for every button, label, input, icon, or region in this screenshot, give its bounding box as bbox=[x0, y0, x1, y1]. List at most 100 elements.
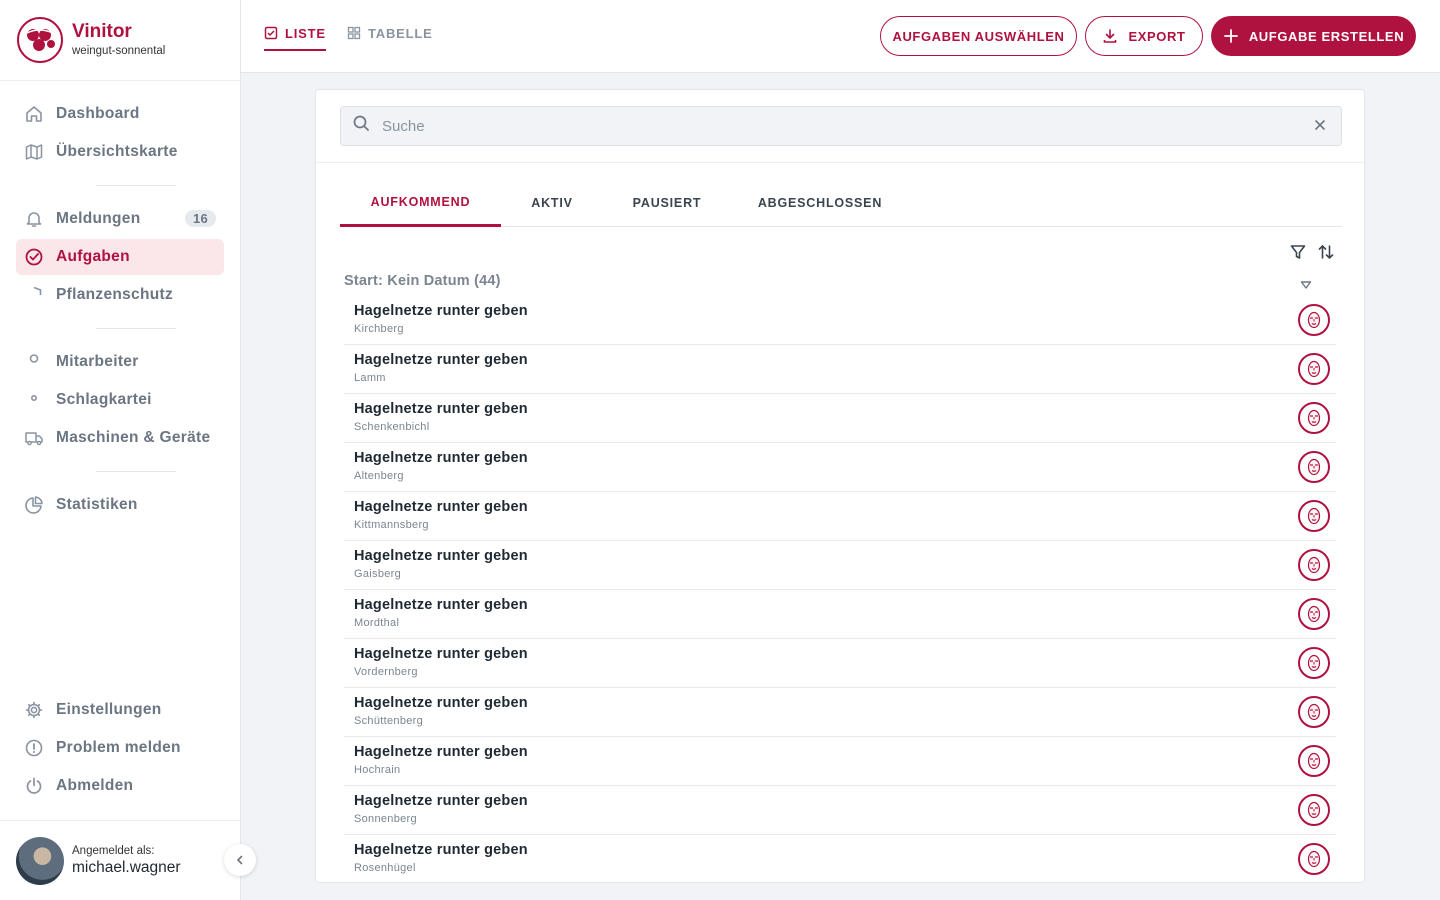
power-icon bbox=[24, 776, 44, 796]
task-title: Hagelnetze runter geben bbox=[354, 450, 528, 466]
search-input[interactable] bbox=[382, 117, 1282, 135]
task-location: Schenkenbichl bbox=[354, 421, 430, 433]
task-card: AUFKOMMEND AKTIV PAUSIERT ABGESCHLOSSEN … bbox=[315, 89, 1365, 883]
divider bbox=[316, 162, 1364, 163]
brand-subtitle: weingut-sonnental bbox=[72, 45, 166, 57]
pie-chart-icon bbox=[24, 495, 44, 515]
task-row[interactable]: Hagelnetze runter geben Vordernberg bbox=[344, 639, 1336, 688]
task-location: Hochrain bbox=[354, 764, 401, 776]
sidebar-nav: Dashboard Übersichtskarte Meldungen 16 Aufga… bbox=[0, 81, 240, 523]
assignee-avatar-icon[interactable] bbox=[1298, 353, 1330, 385]
map-pin-icon bbox=[24, 390, 44, 410]
sidebar-item-statistiken[interactable]: Statistiken bbox=[16, 487, 224, 523]
task-row[interactable]: Hagelnetze runter geben Kittmannsberg bbox=[344, 492, 1336, 541]
task-row[interactable]: Hagelnetze runter geben Rosenhügel bbox=[344, 835, 1336, 882]
task-title: Hagelnetze runter geben bbox=[354, 597, 528, 613]
task-title: Hagelnetze runter geben bbox=[354, 744, 528, 760]
task-title: Hagelnetze runter geben bbox=[354, 303, 528, 319]
create-task-button[interactable]: AUFGABE ERSTELLEN bbox=[1211, 16, 1416, 56]
task-location: Vordernberg bbox=[354, 666, 418, 678]
task-list: Hagelnetze runter geben Kirchberg Hagelnet… bbox=[344, 296, 1336, 882]
brand[interactable]: Vinitor weingut-sonnental bbox=[0, 0, 240, 81]
task-location: Lamm bbox=[354, 372, 386, 384]
group-title: Start: Kein Datum (44) bbox=[344, 273, 501, 289]
filter-icon[interactable] bbox=[1289, 243, 1307, 266]
tab-tabelle[interactable]: TABELLE bbox=[347, 26, 433, 51]
task-row[interactable]: Hagelnetze runter geben Kirchberg bbox=[344, 296, 1336, 345]
task-row[interactable]: Hagelnetze runter geben Sonnenberg bbox=[344, 786, 1336, 835]
sidebar-item-meldungen[interactable]: Meldungen 16 bbox=[16, 201, 224, 237]
assignee-avatar-icon[interactable] bbox=[1298, 598, 1330, 630]
task-row[interactable]: Hagelnetze runter geben Gaisberg bbox=[344, 541, 1336, 590]
clear-search-icon[interactable] bbox=[1313, 118, 1327, 137]
download-icon bbox=[1102, 28, 1118, 44]
sidebar-item-label: Schlagkartei bbox=[56, 391, 152, 408]
assignee-avatar-icon[interactable] bbox=[1298, 843, 1330, 875]
task-location: Altenberg bbox=[354, 470, 404, 482]
tab-liste[interactable]: LISTE bbox=[264, 26, 326, 51]
task-row[interactable]: Hagelnetze runter geben Mordthal bbox=[344, 590, 1336, 639]
collapse-sidebar-button[interactable] bbox=[224, 844, 256, 876]
export-label: EXPORT bbox=[1128, 28, 1186, 44]
task-row[interactable]: Hagelnetze runter geben Lamm bbox=[344, 345, 1336, 394]
plus-icon bbox=[1223, 28, 1239, 44]
sidebar-item-problem-melden[interactable]: Problem melden bbox=[16, 730, 224, 766]
sidebar-item-abmelden[interactable]: Abmelden bbox=[16, 768, 224, 804]
assignee-avatar-icon[interactable] bbox=[1298, 696, 1330, 728]
assignee-avatar-icon[interactable] bbox=[1298, 304, 1330, 336]
sidebar-item-maschinen-and-geraete[interactable]: Maschinen & Geräte bbox=[16, 420, 224, 456]
sidebar-item-mitarbeiter[interactable]: Mitarbeiter bbox=[16, 344, 224, 380]
map-icon bbox=[24, 142, 44, 162]
tab-abgeschlossen[interactable]: ABGESCHLOSSEN bbox=[731, 180, 909, 227]
select-tasks-button[interactable]: AUFGABEN AUSWÄHLEN bbox=[880, 16, 1077, 56]
tab-aktiv[interactable]: AKTIV bbox=[501, 180, 603, 227]
sidebar-item-label: Mitarbeiter bbox=[56, 353, 139, 370]
sidebar-item-label: Problem melden bbox=[56, 739, 181, 756]
grape-logo-icon bbox=[17, 17, 63, 63]
tab-aufkommend[interactable]: AUFKOMMEND bbox=[340, 180, 501, 227]
task-title: Hagelnetze runter geben bbox=[354, 695, 528, 711]
task-row[interactable]: Hagelnetze runter geben Altenberg bbox=[344, 443, 1336, 492]
sort-icon[interactable] bbox=[1317, 243, 1335, 266]
sidebar-bottom-nav: Einstellungen Problem melden Abmelden bbox=[16, 690, 224, 804]
user-label: Angemeldet als: bbox=[72, 844, 155, 857]
sidebar-item-label: Meldungen bbox=[56, 210, 141, 227]
sidebar-item-label: Abmelden bbox=[56, 777, 134, 794]
assignee-avatar-icon[interactable] bbox=[1298, 549, 1330, 581]
sidebar-item-aufgaben[interactable]: Aufgaben bbox=[16, 239, 224, 275]
task-title: Hagelnetze runter geben bbox=[354, 401, 528, 417]
sidebar-item-einstellungen[interactable]: Einstellungen bbox=[16, 692, 224, 728]
sidebar-item-pflanzenschutz[interactable]: Pflanzenschutz bbox=[16, 277, 224, 313]
assignee-avatar-icon[interactable] bbox=[1298, 500, 1330, 532]
user-box[interactable]: Angemeldet als: michael.wagner bbox=[0, 820, 240, 900]
task-row[interactable]: Hagelnetze runter geben Hochrain bbox=[344, 737, 1336, 786]
alert-circle-icon bbox=[24, 738, 44, 758]
collapse-group-icon[interactable] bbox=[1300, 277, 1312, 295]
tab-pausiert[interactable]: PAUSIERT bbox=[603, 180, 731, 227]
avatar bbox=[16, 836, 64, 885]
assignee-avatar-icon[interactable] bbox=[1298, 647, 1330, 679]
task-row[interactable]: Hagelnetze runter geben Schüttenberg bbox=[344, 688, 1336, 737]
create-task-label: AUFGABE ERSTELLEN bbox=[1248, 28, 1405, 44]
user-icon bbox=[24, 352, 44, 372]
truck-icon bbox=[24, 428, 44, 448]
sidebar-item-label: Übersichtskarte bbox=[56, 143, 178, 160]
task-title: Hagelnetze runter geben bbox=[354, 352, 528, 368]
nav-divider bbox=[96, 185, 176, 186]
task-location: Rosenhügel bbox=[354, 862, 416, 874]
sidebar-item-schlagkartei[interactable]: Schlagkartei bbox=[16, 382, 224, 418]
sidebar-item-uebersichtskarte[interactable]: Übersichtskarte bbox=[16, 134, 224, 170]
brand-name: Vinitor bbox=[72, 21, 132, 42]
search-bar bbox=[340, 106, 1342, 146]
assignee-avatar-icon[interactable] bbox=[1298, 451, 1330, 483]
assignee-avatar-icon[interactable] bbox=[1298, 402, 1330, 434]
assignee-avatar-icon[interactable] bbox=[1298, 745, 1330, 777]
task-title: Hagelnetze runter geben bbox=[354, 842, 528, 858]
task-title: Hagelnetze runter geben bbox=[354, 646, 528, 662]
export-button[interactable]: EXPORT bbox=[1085, 16, 1203, 56]
sidebar-item-dashboard[interactable]: Dashboard bbox=[16, 96, 224, 132]
check-circle-icon bbox=[24, 247, 44, 267]
assignee-avatar-icon[interactable] bbox=[1298, 794, 1330, 826]
task-row[interactable]: Hagelnetze runter geben Schenkenbichl bbox=[344, 394, 1336, 443]
checklist-icon bbox=[264, 26, 278, 40]
